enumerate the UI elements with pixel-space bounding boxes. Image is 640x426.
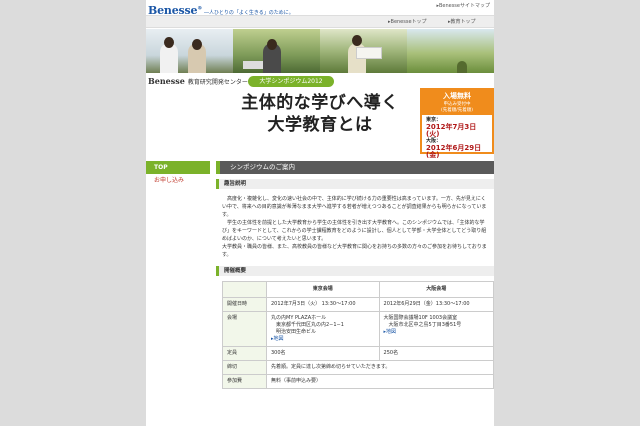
col-osaka: 大阪会場 bbox=[378, 281, 494, 298]
photo-student-reading bbox=[320, 29, 407, 73]
nav-education-top[interactable]: ▸教育トップ bbox=[448, 18, 476, 25]
row-label: 定員 bbox=[222, 346, 267, 361]
research-center-logo: Benesse 教育研究開発センター bbox=[148, 76, 248, 86]
row-label: 開催日時 bbox=[222, 297, 267, 312]
cell-osaka: 大阪国際会議場10F 1003会議室 大阪市北区中之島5丁目3番51号 ▸地図 bbox=[378, 311, 494, 347]
table-corner bbox=[222, 281, 267, 298]
table-row: 開催日時 2012年7月3日（火） 13:30～17:00 2012年6月29日… bbox=[222, 297, 494, 312]
photo-student-laptop bbox=[233, 29, 320, 73]
sidebar-item-apply[interactable]: お申し込み bbox=[146, 174, 210, 187]
table-row: 締切 先着順。定員に達し次第締め切らせていただきます。 bbox=[222, 360, 494, 375]
photo-campus-lawn bbox=[407, 29, 494, 73]
cell-osaka: 250名 bbox=[378, 346, 494, 361]
tokyo-venue: 丸の内MY PLAZAホール 東京都千代田区丸の内2−1−1 明治安田生命ビル bbox=[271, 315, 344, 335]
osaka-date: 2012年6月29日(金) bbox=[426, 144, 482, 159]
tokyo-map-link[interactable]: ▸地図 bbox=[271, 336, 375, 343]
nav-benesse-top[interactable]: ▸Benesseトップ bbox=[388, 18, 427, 25]
purpose-text: 高度化・複雑化し、変化の速い社会の中で、主体的に学び続ける力の重要性は高まってい… bbox=[216, 189, 494, 259]
schedule-table: 東京会場 大阪会場 開催日時 2012年7月3日（火） 13:30～17:00 … bbox=[222, 281, 494, 389]
osaka-venue: 大阪国際会議場10F 1003会議室 大阪市北区中之島5丁目3番51号 bbox=[383, 315, 462, 328]
row-label: 参加費 bbox=[222, 374, 267, 389]
tokyo-date: 2012年7月3日(火) bbox=[426, 123, 477, 138]
sidebar: TOP お申し込み bbox=[146, 161, 210, 187]
hero-photo-banner bbox=[146, 29, 494, 73]
application-note: (先着順/先着順) bbox=[440, 108, 474, 113]
table-row: 会場 丸の内MY PLAZAホール 東京都千代田区丸の内2−1−1 明治安田生命… bbox=[222, 311, 494, 347]
cell-osaka: 2012年6月29日（金）13:30～17:00 bbox=[378, 297, 494, 312]
page-title: 主体的な学びへ導く 大学教育とは bbox=[220, 92, 420, 136]
purpose-paragraph-1: 高度化・複雑化し、変化の速い社会の中で、主体的に学び続ける力の重要性は高まってい… bbox=[222, 196, 487, 218]
sitemap-link[interactable]: ▸Benesseサイトマップ bbox=[436, 2, 490, 9]
photo-students-1 bbox=[146, 29, 233, 73]
osaka-map-link[interactable]: ▸地図 bbox=[384, 329, 489, 336]
purpose-paragraph-2: 学生の主体性を前提とした大学教育から学生の主体性を引き出す大学教育へ。このシンポ… bbox=[222, 220, 487, 242]
free-admission-label: 入場無料 bbox=[443, 92, 471, 100]
sidebar-item-top[interactable]: TOP bbox=[146, 161, 210, 174]
page-container: Benesse® ―人ひとりの「よく生きる」のために。 ▸Benesseサイトマ… bbox=[146, 0, 494, 426]
purpose-heading: 趣旨説明 bbox=[216, 179, 494, 189]
table-row: 定員 300名 250名 bbox=[222, 346, 494, 361]
main-content: シンポジウムのご案内 趣旨説明 高度化・複雑化し、変化の速い社会の中で、主体的に… bbox=[216, 161, 494, 389]
table-row: 参加費 無料（事前申込み要） bbox=[222, 374, 494, 389]
section-title: シンポジウムのご案内 bbox=[216, 161, 494, 174]
overview-heading: 開催概要 bbox=[216, 266, 494, 276]
sub-navigation: ▸Benesseトップ ▸教育トップ bbox=[146, 15, 494, 28]
cell-fee: 無料（事前申込み要） bbox=[266, 374, 494, 389]
admission-info-box: 入場無料 申込み受付中 (先着順/先着順) 東京： 2012年7月3日(火) 大… bbox=[420, 88, 494, 159]
title-line-1: 主体的な学びへ導く bbox=[241, 93, 399, 113]
row-label: 締切 bbox=[222, 360, 267, 375]
cell-deadline: 先着順。定員に達し次第締め切らせていただきます。 bbox=[266, 360, 494, 375]
purpose-paragraph-3: 大学教員・職員の皆様、また、高校教員の皆様など大学教育に関心をお持ちの多数の方々… bbox=[222, 244, 487, 258]
title-line-2: 大学教育とは bbox=[267, 115, 373, 135]
col-tokyo: 東京会場 bbox=[266, 281, 380, 298]
cell-tokyo: 300名 bbox=[266, 346, 380, 361]
symposium-badge: 大学シンポジウム2012 bbox=[248, 76, 334, 87]
cell-tokyo: 2012年7月3日（火） 13:30～17:00 bbox=[266, 297, 380, 312]
cell-tokyo: 丸の内MY PLAZAホール 東京都千代田区丸の内2−1−1 明治安田生命ビル … bbox=[266, 311, 380, 347]
row-label: 会場 bbox=[222, 311, 267, 347]
